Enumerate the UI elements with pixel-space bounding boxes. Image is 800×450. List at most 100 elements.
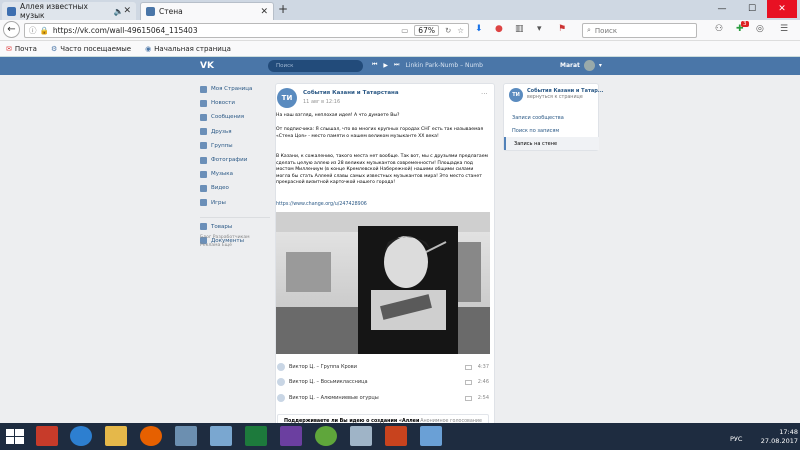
community-name[interactable]: События Казани и Татар... — [527, 88, 604, 94]
audio-app-icon[interactable] — [175, 426, 197, 446]
maximize-button[interactable]: ☐ — [737, 0, 767, 18]
utorrent-icon[interactable] — [315, 426, 337, 446]
hamburger-menu-icon[interactable]: ☰ — [780, 24, 788, 34]
vk-search-input[interactable]: Поиск — [268, 60, 363, 72]
reload-icon[interactable]: ↻ — [445, 26, 451, 35]
play-icon[interactable] — [277, 363, 285, 371]
library-icon[interactable]: ▥ — [515, 24, 524, 34]
clock-time: 17:48 — [779, 428, 798, 436]
tab-title: Стена — [159, 7, 183, 16]
globe-icon: ◉ — [145, 44, 152, 53]
community-avatar[interactable]: ТИ — [277, 88, 297, 108]
account-icon[interactable]: ◎ — [756, 24, 764, 34]
excel-icon[interactable] — [245, 426, 267, 446]
now-playing[interactable]: Linkin Park-Numb – Numb — [405, 62, 483, 69]
monitor-icon[interactable] — [210, 426, 232, 446]
menu-item-music[interactable]: Музыка — [200, 167, 270, 181]
gear-icon: ⚙ — [50, 44, 58, 53]
search-input[interactable]: ⌕ Поиск — [582, 23, 697, 38]
play-icon[interactable] — [277, 378, 285, 386]
menu-divider — [200, 210, 270, 218]
url-bar[interactable]: ⓘ 🔒 https://vk.com/wall-49615064_115403 … — [24, 23, 469, 38]
close-tab-icon[interactable]: ✕ — [260, 7, 268, 17]
play-icon[interactable] — [277, 394, 285, 402]
tab-wall[interactable]: Стена ✕ — [140, 2, 274, 20]
folder-icon[interactable] — [105, 426, 127, 446]
close-window-button[interactable]: ✕ — [767, 0, 797, 18]
network-app-icon[interactable] — [420, 426, 442, 446]
clock[interactable]: 17:48 27.08.2017 — [742, 428, 798, 446]
menu-item-photos[interactable]: Фотографии — [200, 153, 270, 167]
music-note-icon — [200, 170, 207, 178]
language-indicator[interactable]: РУС — [730, 435, 742, 443]
new-tab-button[interactable]: + — [278, 2, 288, 16]
notification-badge: 3 — [741, 21, 749, 27]
post-text-2: От подписчика: Я слышал, что во многих к… — [276, 127, 484, 139]
bookmark-home[interactable]: ◉ Начальная страница — [145, 45, 231, 53]
menu-item-groups[interactable]: Группы — [200, 139, 270, 153]
url-text: https://vk.com/wall-49615064_115403 — [52, 26, 198, 35]
back-button[interactable]: ← — [3, 21, 20, 38]
shopping-bag-icon — [200, 223, 207, 231]
vk-user-menu[interactable]: Marat ▾ — [560, 60, 602, 71]
clock-date: 27.08.2017 — [760, 437, 798, 445]
footer-links-1[interactable]: Блог Разработчикам — [200, 234, 270, 242]
speaker-icon[interactable]: 🔈 — [113, 7, 123, 16]
bookmark-frequent[interactable]: ⚙ Часто посещаемые — [51, 45, 131, 53]
search-posts-link[interactable]: Поиск по записям — [504, 124, 599, 137]
footer-links-2[interactable]: Реклама Ещё — [200, 242, 270, 250]
menu-item-video[interactable]: Видео — [200, 181, 270, 195]
tab-music-alley[interactable]: Аллея известных музык 🔈 ✕ — [2, 2, 136, 20]
post-text-1: На наш взгляд, неплохая идея! А что дума… — [276, 113, 400, 118]
menu-dropdown-icon[interactable]: ▾ — [537, 24, 542, 34]
post-link[interactable]: https://www.change.org/u/247428906 — [276, 202, 367, 207]
app-icon[interactable] — [350, 426, 372, 446]
home-icon — [200, 85, 207, 93]
mail-icon: ✉ — [6, 44, 12, 53]
track-duration: 2:54 — [477, 395, 489, 401]
ie-icon[interactable] — [70, 426, 92, 446]
download-icon[interactable]: ⬇ — [475, 24, 483, 34]
menu-item-news[interactable]: Новости — [200, 96, 270, 110]
close-tab-icon[interactable]: ✕ — [123, 6, 131, 16]
community-posts-link[interactable]: Записи сообщества — [504, 111, 599, 124]
chevron-down-icon: ▾ — [598, 62, 602, 69]
menu-item-games[interactable]: Игры — [200, 196, 270, 210]
post-photo[interactable] — [276, 212, 490, 354]
addon-icon[interactable]: ⚑ — [558, 24, 566, 34]
windows-start-icon[interactable] — [3, 427, 27, 447]
more-icon[interactable]: ··· — [481, 90, 488, 98]
audio-track[interactable]: Виктор Ц. – Восьмиклассница 2:46 — [277, 375, 489, 389]
menu-item-my-page[interactable]: Моя Страница — [200, 82, 270, 96]
wall-post-link[interactable]: Запись на стене — [504, 137, 599, 150]
minimize-button[interactable]: — — [707, 0, 737, 18]
prev-icon[interactable]: ⏮ — [372, 61, 377, 69]
play-icon[interactable]: ▶ — [383, 62, 388, 69]
pocket-icon[interactable]: ● — [495, 24, 503, 34]
zoom-indicator[interactable]: 67% — [414, 25, 439, 36]
track-duration: 2:46 — [477, 379, 489, 385]
menu-item-friends[interactable]: Друзья — [200, 125, 270, 139]
vk-logo[interactable]: VK — [200, 61, 214, 71]
reader-icon[interactable]: ▭ — [401, 26, 408, 35]
next-icon[interactable]: ⏭ — [394, 61, 399, 69]
visual-studio-icon[interactable] — [280, 426, 302, 446]
audio-track[interactable]: Виктор Ц. – Алюминиевые огурцы 2:54 — [277, 391, 489, 405]
bookmark-star-icon[interactable]: ☆ — [457, 26, 464, 35]
post-date[interactable]: 11 авг в 12:16 — [303, 99, 340, 105]
firefox-icon[interactable] — [140, 426, 162, 446]
gamepad-icon — [200, 199, 207, 207]
photo-graffiti-icon — [276, 212, 490, 354]
menu-item-messages[interactable]: Сообщения — [200, 110, 270, 124]
user-name: Marat — [560, 62, 580, 69]
community-avatar-small[interactable]: ТИ — [509, 88, 523, 102]
sync-icon[interactable]: ⚇ — [715, 24, 723, 34]
info-icon[interactable]: ⓘ — [29, 25, 37, 36]
app-xp-icon[interactable] — [36, 426, 58, 446]
post-author[interactable]: События Казани и Татарстана — [303, 90, 399, 96]
back-to-page-link[interactable]: вернуться к странице — [527, 95, 583, 100]
menu-item-goods[interactable]: Товары — [200, 220, 270, 234]
powerpoint-icon[interactable] — [385, 426, 407, 446]
bookmark-mail[interactable]: ✉ Почта — [6, 45, 37, 53]
audio-track[interactable]: Виктор Ц. – Группа Крови 4:37 — [277, 360, 489, 374]
